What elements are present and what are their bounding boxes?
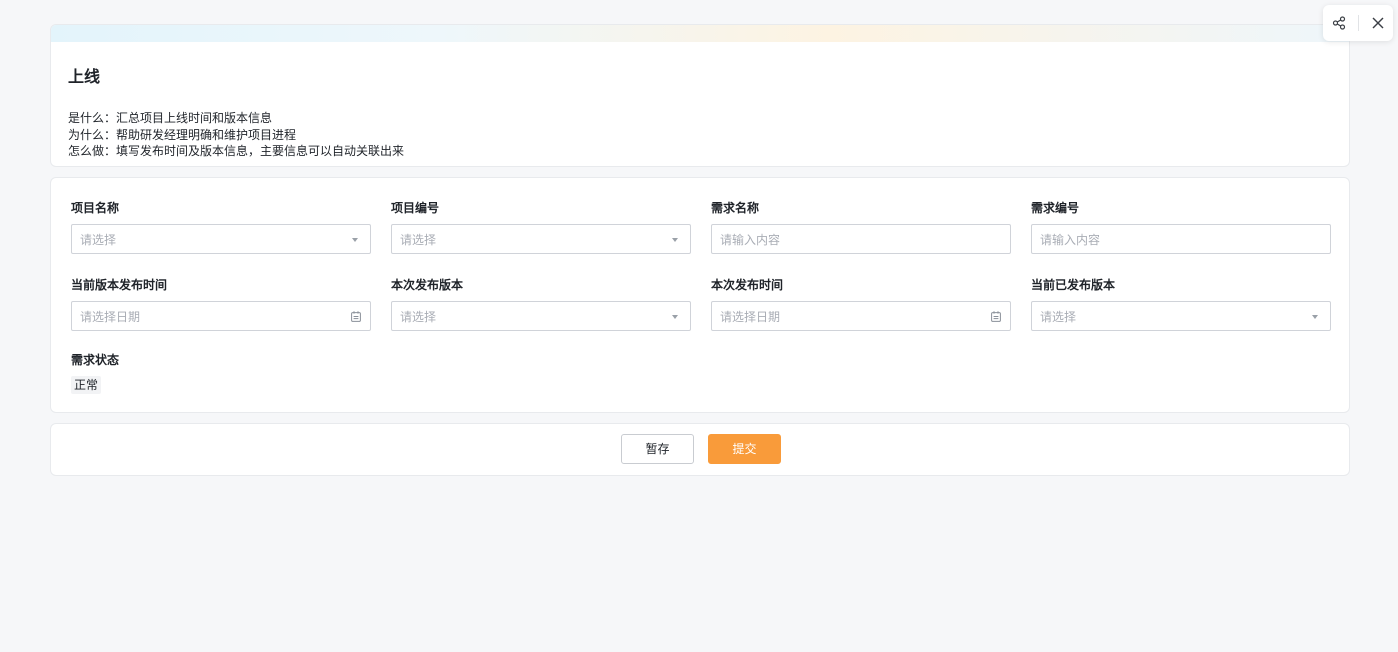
save-draft-button[interactable]: 暂存 (621, 434, 694, 464)
current-released-version-select[interactable]: 请选择 (1031, 301, 1331, 331)
field-project-code: 项目编号 请选择 (391, 200, 691, 254)
input-placeholder: 请输入内容 (1040, 232, 1101, 247)
datepicker-placeholder: 请选择日期 (80, 309, 141, 324)
field-label: 本次发布版本 (391, 278, 464, 292)
field-current-released-version: 当前已发布版本 请选择 (1031, 277, 1331, 331)
field-project-name: 项目名称 请选择 (71, 200, 371, 254)
page-title: 上线 (68, 67, 101, 86)
chevron-down-icon (1312, 315, 1318, 319)
description-how: 怎么做：填写发布时间及版本信息，主要信息可以自动关联出来 (68, 144, 405, 158)
field-this-release-time: 本次发布时间 请选择日期 (711, 277, 1011, 331)
header-card: 上线 是什么：汇总项目上线时间和版本信息 为什么：帮助研发经理明确和维护项目进程… (50, 24, 1350, 167)
field-label: 项目编号 (391, 201, 440, 215)
select-placeholder: 请选择 (1040, 309, 1077, 324)
share-button[interactable] (1327, 11, 1351, 35)
datepicker-placeholder: 请选择日期 (720, 309, 781, 324)
calendar-icon (991, 311, 1001, 322)
chevron-down-icon (352, 238, 358, 242)
share-icon (1332, 16, 1345, 30)
status-badge: 正常 (71, 376, 102, 394)
field-label: 本次发布时间 (711, 278, 784, 292)
header-gradient-bar (51, 25, 1349, 42)
field-requirement-name: 需求名称 请输入内容 (711, 200, 1011, 254)
project-code-select[interactable]: 请选择 (391, 224, 691, 254)
current-release-time-datepicker[interactable]: 请选择日期 (71, 301, 371, 331)
field-label: 需求编号 (1031, 201, 1080, 215)
requirement-code-input[interactable]: 请输入内容 (1031, 224, 1331, 254)
field-label: 需求名称 (711, 201, 760, 215)
footer-card: 暂存 提交 (50, 423, 1350, 476)
select-placeholder: 请选择 (80, 232, 117, 247)
submit-button[interactable]: 提交 (708, 434, 781, 464)
form-card: 项目名称 请选择 项目编号 请选择 需求名称 请输入内容 需求编号 请输入内容 … (50, 177, 1350, 413)
this-release-version-select[interactable]: 请选择 (391, 301, 691, 331)
toolbar-divider (1357, 15, 1359, 31)
field-this-release-version: 本次发布版本 请选择 (391, 277, 691, 331)
input-placeholder: 请输入内容 (720, 232, 781, 247)
field-label: 项目名称 (71, 201, 120, 215)
select-placeholder: 请选择 (400, 232, 437, 247)
field-label: 当前版本发布时间 (71, 278, 168, 292)
this-release-time-datepicker[interactable]: 请选择日期 (711, 301, 1011, 331)
field-requirement-status: 需求状态 正常 (71, 352, 371, 394)
project-name-select[interactable]: 请选择 (71, 224, 371, 254)
description-what: 是什么：汇总项目上线时间和版本信息 (68, 111, 273, 125)
page-description: 是什么：汇总项目上线时间和版本信息 为什么：帮助研发经理明确和维护项目进程 怎么… (68, 110, 404, 160)
chevron-down-icon (672, 238, 678, 242)
close-icon (1372, 17, 1383, 29)
description-why: 为什么：帮助研发经理明确和维护项目进程 (68, 127, 297, 142)
field-requirement-code: 需求编号 请输入内容 (1031, 200, 1331, 254)
requirement-name-input[interactable]: 请输入内容 (711, 224, 1011, 254)
floating-toolbar (1323, 5, 1393, 41)
field-label: 需求状态 (71, 353, 120, 367)
close-button[interactable] (1366, 11, 1390, 35)
chevron-down-icon (672, 315, 678, 319)
calendar-icon (351, 311, 361, 322)
field-label: 当前已发布版本 (1031, 278, 1116, 292)
select-placeholder: 请选择 (400, 309, 437, 324)
field-current-release-time: 当前版本发布时间 请选择日期 (71, 277, 371, 331)
